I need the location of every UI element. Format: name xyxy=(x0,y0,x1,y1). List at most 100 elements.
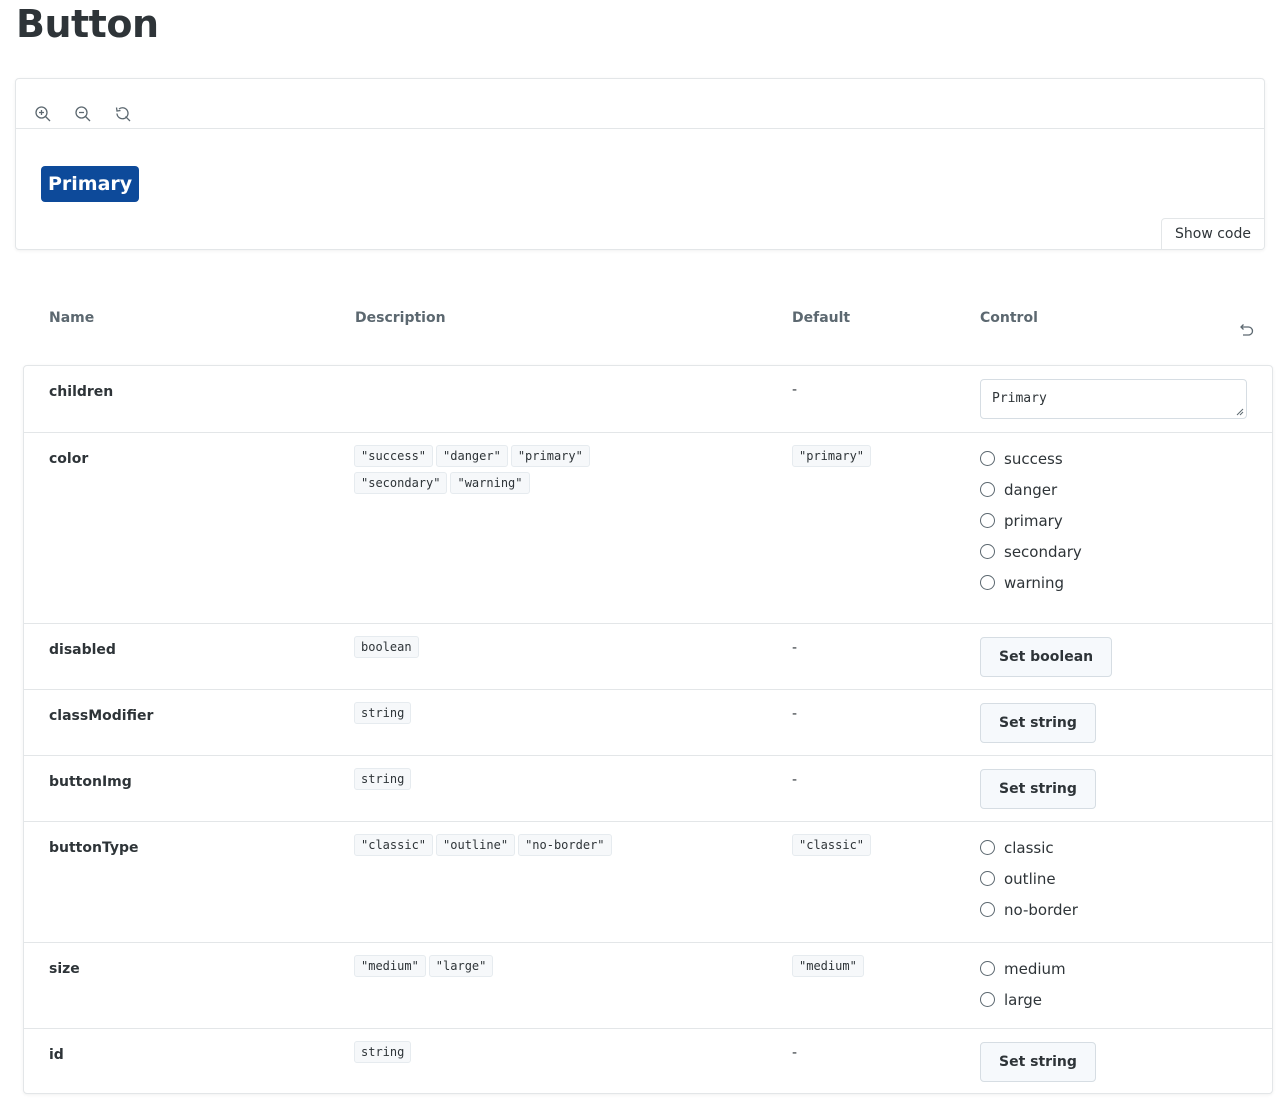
radio-option[interactable]: classic xyxy=(980,830,1078,865)
prop-name: id xyxy=(49,1047,64,1063)
children-input-value: Primary xyxy=(992,391,1047,406)
type-tag: "no-border" xyxy=(518,834,612,856)
prop-control: Set string xyxy=(980,1041,1096,1082)
prop-default: - xyxy=(792,706,798,722)
preview-canvas: Primary Show code xyxy=(16,129,1264,249)
header-control: Control xyxy=(980,310,1038,326)
table-row: buttonType "classic" "outline" "no-border"… xyxy=(24,821,1272,942)
table-row: buttonImg string - Set string xyxy=(24,755,1272,821)
radio-option[interactable]: danger xyxy=(980,472,1082,507)
prop-control: Set boolean xyxy=(980,636,1113,677)
prop-control: Set string xyxy=(980,702,1096,743)
radio-label: no-border xyxy=(1004,900,1078,919)
prop-control: Set string xyxy=(980,768,1096,809)
primary-demo-button[interactable]: Primary xyxy=(41,166,140,202)
type-tag: "large" xyxy=(428,955,494,977)
radio-option[interactable]: secondary xyxy=(980,534,1082,569)
radio-label: medium xyxy=(1004,959,1066,978)
table-row: classModifier string - Set string xyxy=(24,689,1272,755)
radio-option[interactable]: large xyxy=(980,982,1066,1017)
radio-label: classic xyxy=(1004,838,1054,857)
type-tag: string xyxy=(354,702,412,724)
radio-circle[interactable] xyxy=(980,992,995,1007)
default-tag: "primary" xyxy=(792,445,872,467)
button-type-radio-group: classic outline no-border xyxy=(980,834,1078,927)
prop-name: size xyxy=(49,961,80,977)
prop-description: "medium" "large" xyxy=(354,955,664,982)
props-table: children - Primary color "success" "dange… xyxy=(23,365,1273,1094)
zoom-out-icon[interactable] xyxy=(72,103,94,125)
prop-default: - xyxy=(792,382,798,398)
type-tag: "danger" xyxy=(436,445,508,467)
type-tag: "success" xyxy=(354,445,434,467)
table-row: disabled boolean - Set boolean xyxy=(24,623,1272,689)
prop-default: "classic" xyxy=(792,834,874,861)
prop-default: - xyxy=(792,772,798,788)
prop-default: "primary" xyxy=(792,445,874,472)
radio-label: warning xyxy=(1004,573,1065,592)
set-string-button[interactable]: Set string xyxy=(980,703,1096,743)
set-string-button[interactable]: Set string xyxy=(980,769,1096,809)
type-tag: boolean xyxy=(354,636,419,658)
prop-name: disabled xyxy=(49,642,116,658)
prop-description: "classic" "outline" "no-border" xyxy=(354,834,664,861)
zoom-in-icon[interactable] xyxy=(32,103,54,125)
type-tag: "secondary" xyxy=(354,472,448,494)
radio-circle[interactable] xyxy=(980,575,995,590)
set-string-button[interactable]: Set string xyxy=(980,1042,1096,1082)
set-boolean-button[interactable]: Set boolean xyxy=(980,637,1113,677)
prop-default: - xyxy=(792,640,798,656)
color-radio-group: success danger primary secondary warning xyxy=(980,445,1082,600)
radio-label: large xyxy=(1004,990,1043,1009)
radio-circle[interactable] xyxy=(980,544,995,559)
radio-circle[interactable] xyxy=(980,840,995,855)
props-table-header: Name Description Default Control xyxy=(0,310,1282,332)
prop-description: string xyxy=(354,1041,664,1068)
radio-option[interactable]: no-border xyxy=(980,892,1078,927)
reset-zoom-icon[interactable] xyxy=(112,103,134,125)
type-tag: "primary" xyxy=(510,445,590,467)
radio-label: primary xyxy=(1004,511,1063,530)
type-tag: "classic" xyxy=(354,834,434,856)
prop-description: boolean xyxy=(354,636,664,663)
resize-grip-icon[interactable] xyxy=(1236,408,1244,416)
radio-circle[interactable] xyxy=(980,513,995,528)
radio-circle[interactable] xyxy=(980,451,995,466)
type-tag: string xyxy=(354,1041,412,1063)
default-tag: "medium" xyxy=(792,955,864,977)
header-default: Default xyxy=(792,310,851,326)
prop-default: - xyxy=(792,1045,798,1061)
radio-option[interactable]: warning xyxy=(980,565,1082,600)
radio-option[interactable]: medium xyxy=(980,951,1066,986)
show-code-button[interactable]: Show code xyxy=(1161,218,1264,249)
type-tag: "medium" xyxy=(354,955,426,977)
radio-circle[interactable] xyxy=(980,482,995,497)
radio-label: secondary xyxy=(1004,542,1082,561)
page-title: Button xyxy=(16,2,159,46)
children-text-input[interactable]: Primary xyxy=(980,379,1247,419)
header-description: Description xyxy=(355,310,446,326)
radio-label: success xyxy=(1004,449,1063,468)
radio-option[interactable]: success xyxy=(980,441,1082,476)
type-tag: "outline" xyxy=(436,834,516,856)
type-tag: string xyxy=(354,768,412,790)
radio-option[interactable]: outline xyxy=(980,861,1078,896)
radio-option[interactable]: primary xyxy=(980,503,1082,538)
size-radio-group: medium large xyxy=(980,955,1066,1017)
table-row: children - Primary xyxy=(24,366,1272,432)
prop-name: children xyxy=(49,384,114,400)
table-row: id string - Set string xyxy=(24,1028,1272,1094)
prop-name: buttonImg xyxy=(49,774,132,790)
radio-label: outline xyxy=(1004,869,1056,888)
undo-icon[interactable] xyxy=(1236,320,1256,340)
preview-panel: Primary Show code xyxy=(15,78,1265,250)
radio-label: danger xyxy=(1004,480,1058,499)
prop-default: "medium" xyxy=(792,955,867,982)
type-tag: "warning" xyxy=(450,472,530,494)
prop-name: color xyxy=(49,451,89,467)
radio-circle[interactable] xyxy=(980,871,995,886)
radio-circle[interactable] xyxy=(980,961,995,976)
table-row: color "success" "danger" "primary" "second… xyxy=(24,432,1272,623)
default-tag: "classic" xyxy=(792,834,872,856)
radio-circle[interactable] xyxy=(980,902,995,917)
